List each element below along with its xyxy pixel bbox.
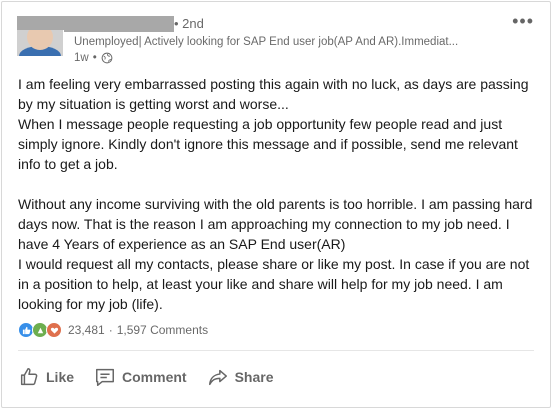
body-paragraph-3: Without any income surviving with the ol… <box>18 196 533 252</box>
post-body: I am feeling very embarrassed posting th… <box>18 74 538 314</box>
body-paragraph-4: I would request all my contacts, please … <box>18 256 530 312</box>
meta-dot: • <box>92 52 97 64</box>
counts: 23,481 · 1,597 Comments <box>68 323 208 337</box>
author-name-redacted[interactable] <box>64 16 174 32</box>
body-paragraph-1: I am feeling very embarrassed posting th… <box>18 76 529 112</box>
post-card: • 2nd Unemployed| Actively looking for S… <box>1 1 551 408</box>
love-reaction-icon[interactable] <box>46 322 62 338</box>
share-icon <box>208 369 227 386</box>
action-bar: Like Comment Share <box>10 358 282 396</box>
author-headline: Unemployed| Actively looking for SAP End… <box>74 36 459 48</box>
connection-degree: • 2nd <box>174 16 204 31</box>
globe-icon <box>101 52 113 64</box>
degree-label: 2nd <box>182 16 204 31</box>
social-counts: 23,481 · 1,597 Comments <box>18 322 208 338</box>
like-button[interactable]: Like <box>10 358 82 396</box>
body-paragraph-2: When I message people requesting a job o… <box>18 116 518 172</box>
comment-button[interactable]: Comment <box>86 358 195 396</box>
share-button[interactable]: Share <box>199 358 282 396</box>
thumbs-up-icon <box>20 368 38 386</box>
redacted-area <box>17 16 64 30</box>
divider <box>18 350 534 351</box>
post-header: • 2nd Unemployed| Actively looking for S… <box>2 2 550 70</box>
comment-count[interactable]: 1,597 Comments <box>117 323 208 337</box>
reaction-count[interactable]: 23,481 <box>68 323 105 337</box>
comment-icon <box>96 368 114 386</box>
comment-label: Comment <box>122 369 187 385</box>
share-label: Share <box>234 369 274 385</box>
post-meta: 1w • <box>74 51 113 65</box>
like-label: Like <box>46 369 75 385</box>
post-time: 1w <box>74 52 89 64</box>
counts-separator: · <box>108 323 113 337</box>
more-options-icon[interactable]: ••• <box>512 12 534 30</box>
